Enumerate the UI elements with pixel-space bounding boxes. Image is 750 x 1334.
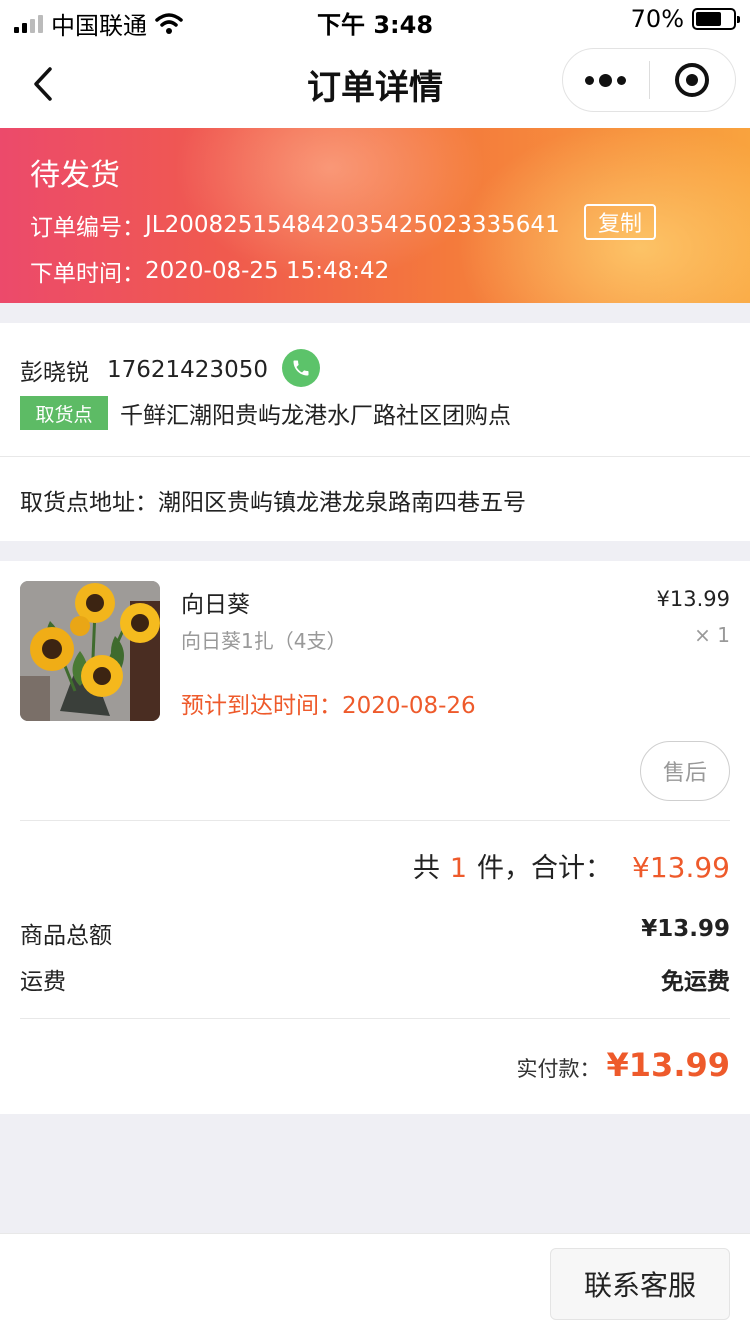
order-number-row: 订单编号： JL20082515484203542502333​5641 xyxy=(30,208,560,242)
total-amount: ¥13.99 xyxy=(632,851,730,884)
subtotal-label: 商品总额 xyxy=(20,923,112,949)
count-suffix: 件，合计： xyxy=(477,853,613,884)
address-label: 取货点地址： xyxy=(20,490,158,516)
battery-icon xyxy=(692,8,740,30)
contact-name: 彭晓锐 xyxy=(20,360,89,386)
shipping-value: 免运费 xyxy=(661,969,730,995)
eta-date: 2020-08-26 xyxy=(342,693,476,719)
copy-button[interactable]: 复制 xyxy=(584,204,656,240)
status-bar: 中国联通 下午 3:48 70% xyxy=(0,0,750,40)
order-total-row: 共 1 件，合计： ¥13.99 xyxy=(413,846,730,885)
shipping-label: 运费 xyxy=(20,969,66,995)
product-spec: 向日葵1扎（4支） xyxy=(181,629,347,653)
estimated-arrival: 预计到达时间：2020-08-26 xyxy=(181,686,476,720)
pickup-name: 千鲜汇潮阳贵屿龙港水厂路社区团购点 xyxy=(120,403,511,429)
contact-phone: 17621423050 xyxy=(107,357,268,383)
address-text: 潮阳区贵屿镇龙港龙泉路南四巷五号 xyxy=(158,490,526,516)
order-status: 待发货 xyxy=(30,158,120,193)
contact-row: 彭晓锐 17621423050 xyxy=(20,353,268,387)
phone-icon[interactable] xyxy=(282,349,320,387)
count-prefix: 共 xyxy=(412,853,440,884)
contact-service-button[interactable]: 联系客服 xyxy=(550,1248,730,1320)
nav-bar: 订单详情 xyxy=(0,40,750,128)
product-quantity: × 1 xyxy=(694,623,730,647)
product-name[interactable]: 向日葵 xyxy=(181,585,250,619)
order-time: 2020-08-25 15:48:42 xyxy=(145,258,390,284)
pickup-tag: 取货点 xyxy=(20,396,108,430)
bottom-action-bar: 联系客服 xyxy=(0,1233,750,1334)
paid-label: 实付款： xyxy=(516,1057,601,1081)
battery-info: 70% xyxy=(630,5,740,33)
pickup-contact-section: 彭晓锐 17621423050 取货点 千鲜汇潮阳贵屿龙港水厂路社区团购点 取货… xyxy=(0,323,750,541)
more-dots-icon[interactable] xyxy=(563,49,649,111)
sunflower-image[interactable] xyxy=(20,581,160,721)
paid-amount-row: 实付款： ¥13.99 xyxy=(517,1046,730,1084)
order-number: JL20082515484203542502333​5641 xyxy=(145,212,560,238)
mini-program-capsule xyxy=(562,48,736,112)
paid-amount: ¥13.99 xyxy=(606,1046,730,1084)
eta-label: 预计到达时间： xyxy=(181,693,342,719)
item-count: 1 xyxy=(449,853,468,884)
order-time-label: 下单时间： xyxy=(30,261,145,287)
subtotal-value: ¥13.99 xyxy=(641,916,730,942)
divider xyxy=(0,456,750,457)
order-time-row: 下单时间： 2020-08-25 15:48:42 xyxy=(30,254,389,288)
product-price: ¥13.99 xyxy=(656,587,730,611)
pickup-address-row: 取货点地址：潮阳区贵屿镇龙港龙泉路南四巷五号 xyxy=(20,483,526,517)
order-number-label: 订单编号： xyxy=(30,215,145,241)
order-items-card: 向日葵 向日葵1扎（4支） 预计到达时间：2020-08-26 ¥13.99 ×… xyxy=(0,561,750,1114)
battery-percent: 70% xyxy=(630,5,684,33)
order-status-banner: 待发货 订单编号： JL20082515484203542502333​5641… xyxy=(0,128,750,303)
divider xyxy=(20,820,730,821)
after-sale-button[interactable]: 售后 xyxy=(640,741,730,801)
target-circle-icon[interactable] xyxy=(650,49,736,111)
divider xyxy=(20,1018,730,1019)
pickup-point-row: 取货点 千鲜汇潮阳贵屿龙港水厂路社区团购点 xyxy=(20,396,511,430)
